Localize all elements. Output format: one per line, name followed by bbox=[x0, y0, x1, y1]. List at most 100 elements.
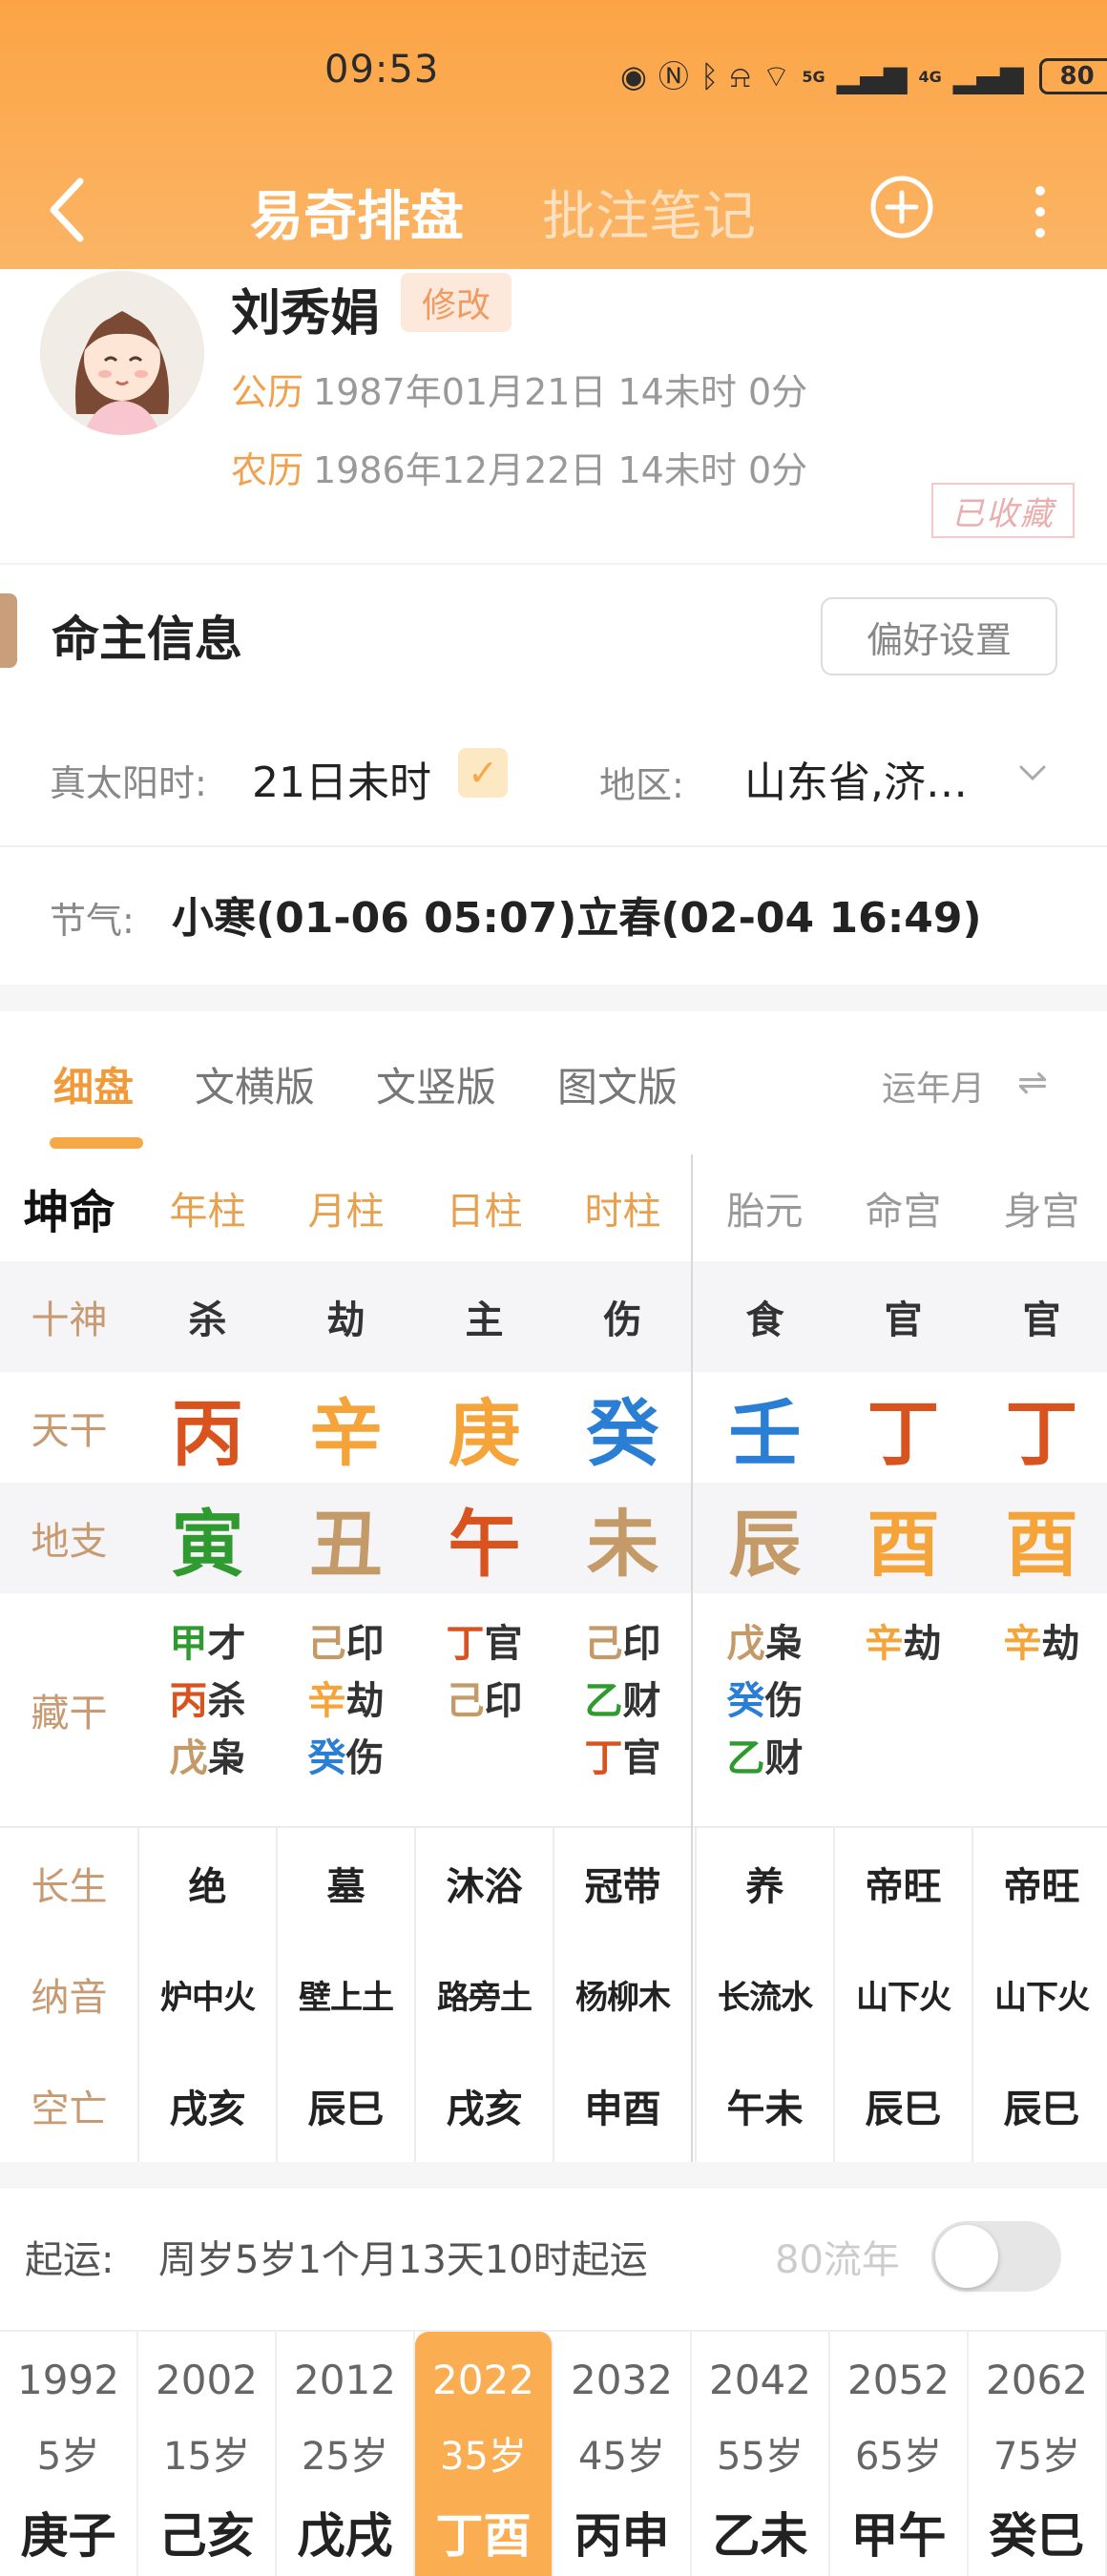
row-label-changsheng: 长生 bbox=[31, 1865, 108, 1909]
table-header-row: 坤命 年柱 月柱 日柱 时柱 胎元 命宫 身宫 bbox=[0, 1154, 1107, 1261]
dayun-item[interactable]: 2052 65岁 甲午 bbox=[830, 2332, 969, 2576]
canggan-item: 辛劫 bbox=[1004, 1620, 1080, 1668]
canggan-gan: 己 bbox=[446, 1679, 485, 1723]
header-label-day: 日柱 bbox=[446, 1190, 523, 1234]
canggan-gan: 己 bbox=[584, 1622, 623, 1666]
canggan-gan: 癸 bbox=[726, 1679, 765, 1723]
header-year: 年柱 bbox=[138, 1154, 277, 1261]
gender-label: 坤命 bbox=[0, 1154, 138, 1261]
add-button[interactable] bbox=[868, 174, 935, 240]
dayun-item[interactable]: 2032 45岁 丙申 bbox=[554, 2332, 692, 2576]
tab-horizontal-text[interactable]: 文横版 bbox=[195, 1055, 315, 1113]
header-day: 日柱 bbox=[415, 1154, 554, 1261]
canggan-god: 劫 bbox=[1041, 1622, 1080, 1666]
dizhi-hour[interactable]: 未 bbox=[554, 1483, 692, 1593]
dayun-year: 2062 bbox=[986, 2357, 1088, 2403]
tiangan-minggong[interactable]: 丁 bbox=[834, 1372, 972, 1483]
column-separator bbox=[137, 1828, 139, 2162]
solar-time-checkbox[interactable]: ✓ bbox=[458, 748, 508, 798]
dayun-item[interactable]: 2042 55岁 乙未 bbox=[692, 2332, 830, 2576]
changsheng-taiyuan: 养 bbox=[696, 1828, 834, 1939]
dizhi-taiyuan[interactable]: 辰 bbox=[696, 1483, 834, 1593]
canggan-minggong: 辛劫 bbox=[834, 1593, 972, 1826]
more-vertical-icon bbox=[1035, 186, 1045, 238]
avatar[interactable] bbox=[40, 271, 204, 435]
dayun-item[interactable]: 2002 15岁 己亥 bbox=[138, 2332, 277, 2576]
canggan-gan: 辛 bbox=[1003, 1622, 1042, 1666]
row-label-tiangan: 天干 bbox=[31, 1409, 108, 1453]
tiangan-day[interactable]: 庚 bbox=[415, 1372, 554, 1483]
dizhi-minggong[interactable]: 酉 bbox=[834, 1483, 972, 1593]
swap-icon[interactable]: ⇌ bbox=[1017, 1061, 1048, 1103]
dayun-item[interactable]: 1992 5岁 庚子 bbox=[0, 2332, 138, 2576]
dayun-year: 1992 bbox=[17, 2357, 119, 2403]
shishen-text: 食 bbox=[745, 1298, 784, 1342]
tiangan-taiyuan[interactable]: 壬 bbox=[696, 1372, 834, 1483]
canggan-item: 癸伤 bbox=[308, 1735, 385, 1782]
canggan-item: 辛劫 bbox=[866, 1620, 942, 1668]
tab-detail[interactable]: 细盘 bbox=[53, 1055, 134, 1113]
lunar-value: 1986年12月22日 14未时 0分 bbox=[313, 449, 808, 491]
dayun-item[interactable]: 2022 35岁 丁酉 bbox=[415, 2332, 554, 2576]
dayun-ganzhi: 乙未 bbox=[712, 2508, 808, 2564]
dizhi-day[interactable]: 午 bbox=[415, 1483, 554, 1593]
canggan-item: 己印 bbox=[308, 1620, 385, 1668]
tiangan-year[interactable]: 丙 bbox=[138, 1372, 277, 1483]
luck-year-month-toggle[interactable]: 运年月 bbox=[882, 1061, 985, 1111]
dizhi-year[interactable]: 寅 bbox=[138, 1483, 277, 1593]
nav-bar: 易奇排盘 批注笔记 bbox=[0, 153, 1107, 269]
tiangan-char: 丁 bbox=[1005, 1391, 1078, 1476]
preference-settings-button[interactable]: 偏好设置 bbox=[821, 597, 1057, 675]
dizhi-month[interactable]: 丑 bbox=[277, 1483, 415, 1593]
dayun-item[interactable]: 2062 75岁 癸巳 bbox=[969, 2332, 1107, 2576]
nayin-month: 壁上土 bbox=[277, 1939, 415, 2049]
shishen-day: 主 bbox=[415, 1261, 554, 1372]
canggan-god: 枭 bbox=[207, 1736, 246, 1780]
canggan-taiyuan: 戊枭 癸伤 乙财 bbox=[696, 1593, 834, 1826]
canggan-item: 己印 bbox=[447, 1677, 523, 1725]
row-label-dizhi: 地支 bbox=[31, 1520, 108, 1564]
flow-year-toggle[interactable] bbox=[931, 2221, 1061, 2292]
canggan-gan: 戊 bbox=[169, 1736, 208, 1780]
dizhi-char: 酉 bbox=[1005, 1502, 1078, 1587]
region-dropdown[interactable] bbox=[1013, 754, 1052, 792]
tiangan-month[interactable]: 辛 bbox=[277, 1372, 415, 1483]
back-button[interactable] bbox=[38, 172, 105, 248]
shishen-hour: 伤 bbox=[554, 1261, 692, 1372]
changsheng-year: 绝 bbox=[138, 1828, 277, 1939]
shishen-month: 劫 bbox=[277, 1261, 415, 1372]
tiangan-hour[interactable]: 癸 bbox=[554, 1372, 692, 1483]
edit-button[interactable]: 修改 bbox=[401, 273, 512, 332]
kongwang-text: 辰巳 bbox=[865, 2088, 942, 2131]
more-button[interactable] bbox=[1021, 174, 1059, 250]
dayun-item[interactable]: 2012 25岁 戊戌 bbox=[277, 2332, 415, 2576]
eye-icon: ◉ bbox=[620, 58, 647, 94]
battery-icon: 80 bbox=[1038, 58, 1107, 94]
nayin-text: 山下火 bbox=[856, 1978, 951, 2017]
dizhi-shengong[interactable]: 酉 bbox=[972, 1483, 1107, 1593]
wifi-icon: ⌔ bbox=[762, 58, 791, 94]
tiangan-char: 庚 bbox=[448, 1391, 521, 1476]
status-icons: ◉ Ⓝ ᛒ ⍾ ⌔ 5G ▂▄▆ 4G ▂▄▆ 80 bbox=[620, 52, 1107, 100]
canggan-month: 己印 辛劫 癸伤 bbox=[277, 1593, 415, 1826]
header-label-taiyuan: 胎元 bbox=[726, 1190, 804, 1234]
canggan-god: 官 bbox=[622, 1736, 661, 1780]
view-tabs: 细盘 文横版 文竖版 图文版 运年月 ⇌ bbox=[0, 1011, 1107, 1154]
lunar-date-row: 农历 1986年12月22日 14未时 0分 bbox=[231, 441, 807, 493]
canggan-hour: 己印 乙财 丁官 bbox=[554, 1593, 692, 1826]
region-value[interactable]: 山东省,济… bbox=[744, 748, 968, 809]
kongwang-minggong: 辰巳 bbox=[834, 2049, 972, 2162]
tiangan-shengong[interactable]: 丁 bbox=[972, 1372, 1107, 1483]
chevron-left-icon bbox=[50, 177, 84, 242]
status-time: 09:53 bbox=[324, 48, 440, 92]
header-hour: 时柱 bbox=[554, 1154, 692, 1261]
divider bbox=[0, 845, 1107, 847]
solar-date-row: 公历 1987年01月21日 14未时 0分 bbox=[231, 363, 807, 415]
tab-paipan[interactable]: 易奇排盘 bbox=[250, 174, 464, 251]
changsheng-month: 墓 bbox=[277, 1828, 415, 1939]
tab-vertical-text[interactable]: 文竖版 bbox=[376, 1055, 496, 1113]
canggan-god: 杀 bbox=[207, 1679, 246, 1723]
signal-bars-icon-2: ▂▄▆ bbox=[952, 58, 1024, 94]
tab-notes[interactable]: 批注笔记 bbox=[542, 174, 756, 251]
tab-picture-text[interactable]: 图文版 bbox=[557, 1055, 678, 1113]
